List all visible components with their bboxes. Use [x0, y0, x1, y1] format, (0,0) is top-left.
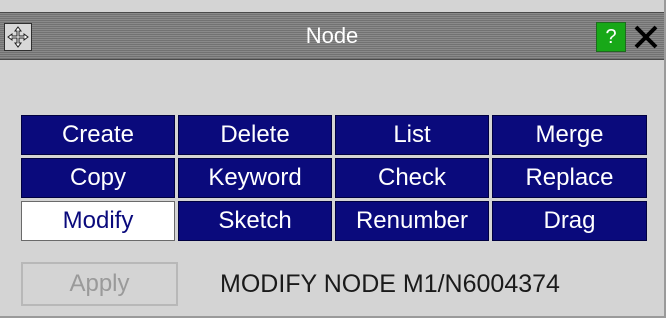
action-button-grid: Create Delete List Merge Copy Keyword Ch…: [21, 115, 647, 243]
replace-button[interactable]: Replace: [492, 158, 647, 198]
close-x-icon[interactable]: [630, 22, 662, 52]
apply-button[interactable]: Apply: [21, 262, 178, 306]
create-button[interactable]: Create: [21, 115, 175, 155]
status-text: MODIFY NODE M1/N6004374: [220, 270, 560, 298]
node-panel: Node ? Create Delete List Merge Copy Key…: [0, 0, 666, 318]
title-bar[interactable]: Node ?: [0, 12, 664, 60]
modify-button[interactable]: Modify: [21, 201, 175, 241]
copy-button[interactable]: Copy: [21, 158, 175, 198]
sketch-button[interactable]: Sketch: [178, 201, 332, 241]
keyword-button[interactable]: Keyword: [178, 158, 332, 198]
help-button[interactable]: ?: [596, 22, 626, 52]
merge-button[interactable]: Merge: [492, 115, 647, 155]
delete-button[interactable]: Delete: [178, 115, 332, 155]
check-button[interactable]: Check: [335, 158, 489, 198]
list-button[interactable]: List: [335, 115, 489, 155]
drag-button[interactable]: Drag: [492, 201, 647, 241]
window-title: Node: [305, 23, 359, 48]
renumber-button[interactable]: Renumber: [335, 201, 489, 241]
